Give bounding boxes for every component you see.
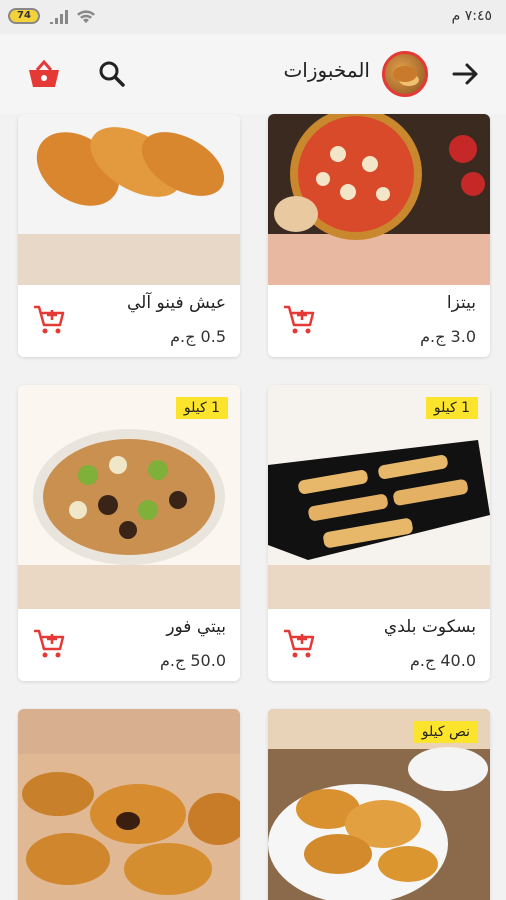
product-image [18, 709, 240, 900]
product-info: عيش فينو آلي 0.5 ج.م [18, 285, 240, 357]
product-price: 0.5 ج.م [170, 327, 226, 346]
product-price: 40.0 ج.م [409, 651, 476, 670]
search-button[interactable] [94, 56, 130, 92]
status-time: ٧:٤٥ م [451, 8, 492, 24]
add-to-cart-icon[interactable] [282, 303, 316, 337]
battery-icon: 74 [8, 8, 40, 24]
product-card[interactable]: 1 كيلو بسكوت بلدي 40.0 ج.م [268, 385, 490, 681]
product-image [268, 114, 490, 285]
product-name: بيتزا [446, 293, 476, 313]
product-price: 3.0 ج.م [420, 327, 476, 346]
product-name: عيش فينو آلي [127, 293, 226, 313]
weight-badge: نص كيلو [413, 721, 478, 743]
product-card[interactable]: بيتزا 3.0 ج.م [268, 114, 490, 357]
product-card[interactable] [18, 709, 240, 900]
product-info: بيتي فور 50.0 ج.م [18, 609, 240, 681]
product-card[interactable]: نص كيلو [268, 709, 490, 900]
add-to-cart-icon[interactable] [32, 627, 66, 661]
category-avatar [382, 51, 428, 97]
product-card[interactable]: عيش فينو آلي 0.5 ج.م [18, 114, 240, 357]
product-card[interactable]: 1 كيلو بيتي فور 50.0 ج.م [18, 385, 240, 681]
app-header: المخبوزات [0, 34, 506, 114]
product-info: بسكوت بلدي 40.0 ج.م [268, 609, 490, 681]
signal-icon [50, 10, 68, 24]
status-bar: 74 ٧:٤٥ م [0, 0, 506, 34]
status-icons: 74 [8, 8, 96, 24]
basket-icon [29, 59, 59, 87]
add-to-cart-icon[interactable] [282, 627, 316, 661]
product-info: بيتزا 3.0 ج.م [268, 285, 490, 357]
search-icon [99, 61, 125, 87]
wifi-icon [77, 10, 95, 23]
product-price: 50.0 ج.م [159, 651, 226, 670]
weight-badge: 1 كيلو [425, 397, 478, 419]
page-title: المخبوزات [283, 58, 370, 82]
add-to-cart-icon[interactable] [32, 303, 66, 337]
arrow-forward-icon [452, 63, 478, 85]
product-image [18, 114, 240, 285]
weight-badge: 1 كيلو [175, 397, 228, 419]
product-name: بيتي فور [166, 617, 226, 637]
back-button[interactable] [448, 56, 484, 92]
cart-button[interactable] [26, 56, 62, 92]
product-name: بسكوت بلدي [383, 617, 476, 637]
